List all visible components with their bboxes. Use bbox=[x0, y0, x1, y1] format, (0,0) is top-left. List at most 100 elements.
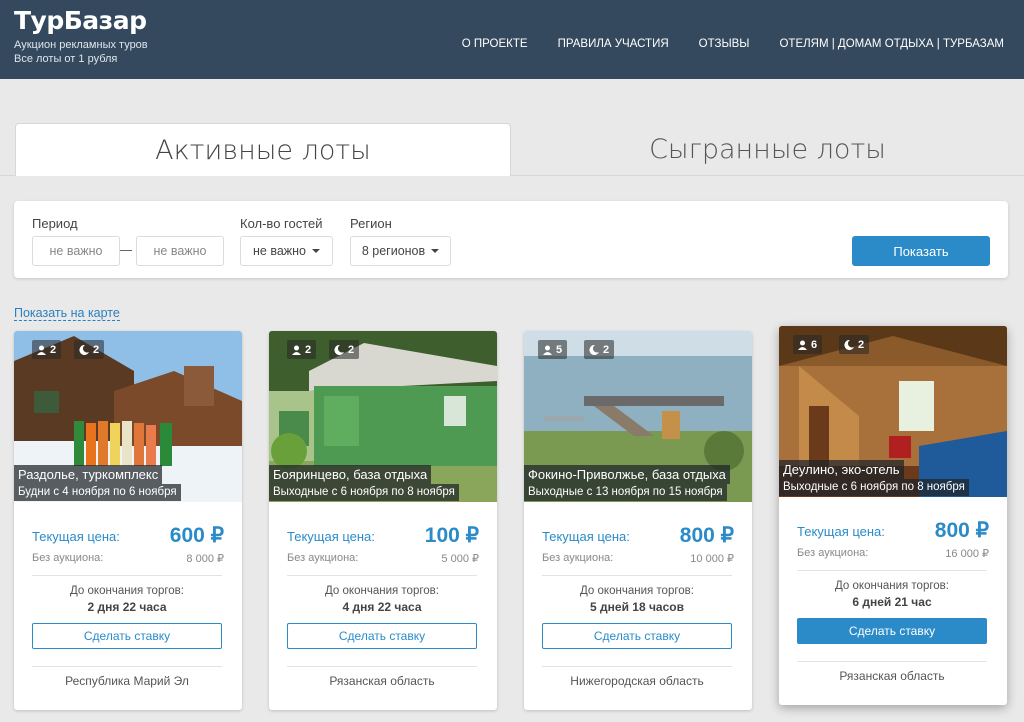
nights-count: 2 bbox=[603, 343, 610, 356]
lot-card[interactable]: 2 2 Раздолье, туркомплекс Будни с 4 нояб… bbox=[14, 331, 242, 710]
lot-photo[interactable]: 6 2 Деулино, эко-отель Выходные с 6 нояб… bbox=[779, 326, 1007, 497]
region-select-value: 8 регионов bbox=[361, 244, 426, 258]
no-auction-price: 16 000 ₽ bbox=[945, 548, 989, 560]
period-from-input[interactable]: не важно bbox=[32, 236, 120, 266]
lot-title[interactable]: Деулино, эко-отель bbox=[779, 460, 904, 479]
nights-badge: 2 bbox=[839, 335, 870, 354]
no-auction-price: 5 000 ₽ bbox=[441, 553, 479, 565]
lot-dates: Выходные с 6 ноября по 8 ноября bbox=[269, 484, 459, 501]
guests-count: 5 bbox=[556, 343, 563, 356]
nav-about[interactable]: О ПРОЕКТЕ bbox=[462, 38, 528, 50]
lot-dates: Выходные с 13 ноября по 15 ноября bbox=[524, 484, 727, 501]
lot-dates: Выходные с 6 ноября по 8 ноября bbox=[779, 479, 969, 496]
tab-played-lots[interactable]: Сыгранные лоты bbox=[511, 123, 1024, 176]
guests-badge: 5 bbox=[538, 340, 568, 359]
time-left: 2 дня 22 часа bbox=[87, 600, 167, 614]
lot-region: Рязанская область bbox=[329, 674, 435, 688]
moon-icon bbox=[79, 344, 89, 355]
show-on-map-link[interactable]: Показать на карте bbox=[14, 306, 120, 321]
chevron-down-icon bbox=[312, 249, 320, 253]
main-nav: О ПРОЕКТЕ ПРАВИЛА УЧАСТИЯ ОТЗЫВЫ ОТЕЛЯМ … bbox=[462, 38, 1004, 50]
region-select[interactable]: 8 регионов bbox=[350, 236, 451, 266]
time-left: 6 дней 21 час bbox=[852, 595, 932, 609]
no-auction-label: Без аукциона: bbox=[542, 552, 614, 564]
bid-button[interactable]: Сделать ставку bbox=[32, 623, 222, 649]
current-price-label: Текущая цена: bbox=[542, 529, 630, 544]
bid-button[interactable]: Сделать ставку bbox=[287, 623, 477, 649]
guests-label: Кол-во гостей bbox=[240, 216, 323, 231]
until-end-label: До окончания торгов: bbox=[70, 585, 184, 597]
period-label: Период bbox=[32, 216, 78, 231]
nights-count: 2 bbox=[348, 343, 355, 356]
guests-select-value: не важно bbox=[253, 244, 306, 258]
guests-badge: 6 bbox=[793, 335, 823, 354]
moon-icon bbox=[589, 344, 599, 355]
lot-card[interactable]: 5 2 Фокино-Приволжье, база отдыха Выходн… bbox=[524, 331, 752, 710]
nav-rules[interactable]: ПРАВИЛА УЧАСТИЯ bbox=[558, 38, 669, 50]
filter-panel: Период не важно не важно Кол-во гостей н… bbox=[14, 201, 1008, 278]
chevron-down-icon bbox=[431, 249, 440, 253]
no-auction-label: Без аукциона: bbox=[797, 547, 869, 559]
divider bbox=[32, 575, 222, 576]
guests-count: 6 bbox=[811, 338, 818, 351]
guests-count: 2 bbox=[305, 343, 312, 356]
lot-title[interactable]: Бояринцево, база отдыха bbox=[269, 465, 432, 484]
lot-dates: Будни с 4 ноября по 6 ноября bbox=[14, 484, 181, 501]
nav-hotels[interactable]: ОТЕЛЯМ | ДОМАМ ОТДЫХА | ТУРБАЗАМ bbox=[779, 38, 1004, 50]
user-icon bbox=[543, 345, 552, 355]
time-left: 4 дня 22 часа bbox=[342, 600, 422, 614]
lot-title[interactable]: Фокино-Приволжье, база отдыха bbox=[524, 465, 730, 484]
divider bbox=[32, 666, 222, 667]
current-price-label: Текущая цена: bbox=[797, 524, 885, 539]
user-icon bbox=[292, 345, 301, 355]
site-header: ТурБазар Аукцион рекламных туров Все лот… bbox=[0, 0, 1024, 79]
lot-photo[interactable]: 2 2 Бояринцево, база отдыха Выходные с 6… bbox=[269, 331, 497, 502]
no-auction-label: Без аукциона: bbox=[32, 552, 104, 564]
nights-count: 2 bbox=[93, 343, 100, 356]
until-end-label: До окончания торгов: bbox=[835, 580, 949, 592]
no-auction-price: 8 000 ₽ bbox=[186, 553, 224, 565]
user-icon bbox=[37, 345, 46, 355]
lot-photo[interactable]: 5 2 Фокино-Приволжье, база отдыха Выходн… bbox=[524, 331, 752, 502]
site-logo[interactable]: ТурБазар bbox=[14, 6, 147, 35]
moon-icon bbox=[844, 339, 854, 350]
lot-photo[interactable]: 2 2 Раздолье, туркомплекс Будни с 4 нояб… bbox=[14, 331, 242, 502]
divider bbox=[287, 575, 477, 576]
current-price: 800 ₽ bbox=[934, 519, 989, 542]
bid-button[interactable]: Сделать ставку bbox=[797, 618, 987, 644]
lot-card[interactable]: 6 2 Деулино, эко-отель Выходные с 6 нояб… bbox=[779, 326, 1007, 705]
lot-title[interactable]: Раздолье, туркомплекс bbox=[14, 465, 163, 484]
tagline-line-1: Аукцион рекламных туров bbox=[14, 39, 148, 51]
lot-region: Республика Марий Эл bbox=[65, 674, 189, 688]
moon-icon bbox=[334, 344, 344, 355]
divider bbox=[287, 666, 477, 667]
nights-count: 2 bbox=[858, 338, 865, 351]
current-price-label: Текущая цена: bbox=[32, 529, 120, 544]
period-dash bbox=[120, 250, 132, 251]
guests-select[interactable]: не важно bbox=[240, 236, 333, 266]
show-button[interactable]: Показать bbox=[852, 236, 990, 266]
nights-badge: 2 bbox=[74, 340, 105, 359]
no-auction-label: Без аукциона: bbox=[287, 552, 359, 564]
site-tagline: Аукцион рекламных туров Все лоты от 1 ру… bbox=[14, 38, 148, 66]
lot-card[interactable]: 2 2 Бояринцево, база отдыха Выходные с 6… bbox=[269, 331, 497, 710]
lot-region: Рязанская область bbox=[839, 669, 945, 683]
divider bbox=[542, 575, 732, 576]
guests-count: 2 bbox=[50, 343, 57, 356]
until-end-label: До окончания торгов: bbox=[325, 585, 439, 597]
guests-badge: 2 bbox=[32, 340, 62, 359]
no-auction-price: 10 000 ₽ bbox=[690, 553, 734, 565]
until-end-label: До окончания торгов: bbox=[580, 585, 694, 597]
current-price: 100 ₽ bbox=[424, 524, 479, 547]
current-price: 600 ₽ bbox=[169, 524, 224, 547]
divider bbox=[797, 570, 987, 571]
divider bbox=[542, 666, 732, 667]
tab-active-lots[interactable]: Активные лоты bbox=[15, 123, 511, 176]
period-to-input[interactable]: не важно bbox=[136, 236, 224, 266]
guests-badge: 2 bbox=[287, 340, 317, 359]
current-price: 800 ₽ bbox=[679, 524, 734, 547]
nav-reviews[interactable]: ОТЗЫВЫ bbox=[699, 38, 750, 50]
bid-button[interactable]: Сделать ставку bbox=[542, 623, 732, 649]
current-price-label: Текущая цена: bbox=[287, 529, 375, 544]
tagline-line-2: Все лоты от 1 рубля bbox=[14, 53, 118, 65]
